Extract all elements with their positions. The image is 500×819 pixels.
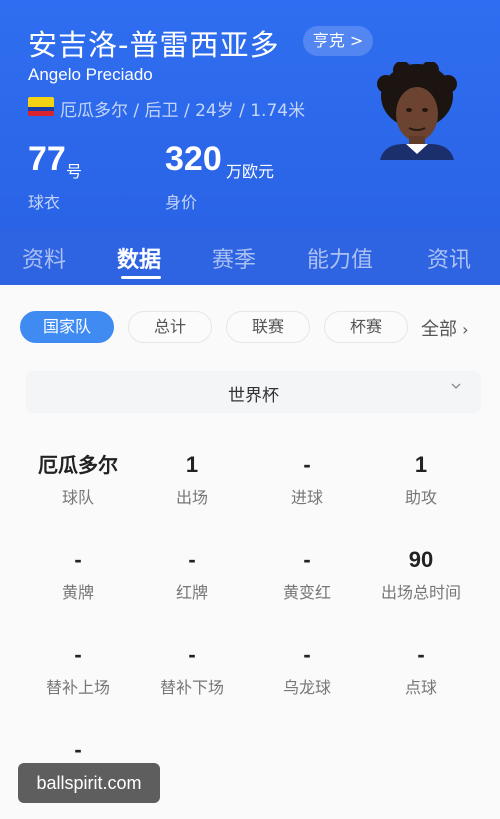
stat-red-cards: - 红牌 <box>135 545 249 603</box>
stat-value: - <box>74 547 82 572</box>
stat-team: 厄瓜多尔 球队 <box>21 450 135 508</box>
shirt-number-unit: 号 <box>66 162 83 181</box>
ecuador-flag-icon <box>28 97 54 116</box>
stat-value: - <box>74 737 82 762</box>
shirt-number: 77 <box>28 140 66 178</box>
stat-value: - <box>188 547 196 572</box>
stat-label: 进球 <box>290 488 323 507</box>
player-avatar <box>377 62 457 160</box>
stat-label: 黄变红 <box>282 583 331 602</box>
stat-value: - <box>188 642 196 667</box>
stat-value: - <box>74 642 82 667</box>
filter-national-team[interactable]: 国家队 <box>20 311 114 343</box>
chevron-down-icon <box>451 383 461 389</box>
active-tab-indicator <box>121 276 161 279</box>
filter-total[interactable]: 总计 <box>128 311 212 343</box>
stat-value: 厄瓜多尔 <box>38 453 118 477</box>
stat-own-goals: - 乌龙球 <box>250 640 364 698</box>
stat-sub-off: - 替补下场 <box>135 640 249 698</box>
tab-ability[interactable]: 能力值 <box>307 242 373 274</box>
tab-season[interactable]: 赛季 <box>212 242 256 274</box>
player-meta: 厄瓜多尔 / 后卫 / 24岁 / 1.74米 <box>60 101 306 121</box>
market-value-label: 身价 <box>165 193 198 212</box>
stat-value: 90 <box>408 547 434 572</box>
stat-value: 1 <box>414 452 428 477</box>
stat-label: 乌龙球 <box>282 678 331 697</box>
stat-label: 助攻 <box>404 488 437 507</box>
stat-label: 球队 <box>61 488 94 507</box>
filter-league[interactable]: 联赛 <box>226 311 310 343</box>
stat-label: 替补上场 <box>45 678 110 697</box>
player-english-name: Angelo Preciado <box>28 65 153 84</box>
stat-yellow-cards: - 黄牌 <box>21 545 135 603</box>
market-value-unit: 万欧元 <box>226 162 275 181</box>
filter-all-label: 全部 <box>421 319 457 340</box>
stat-label: 出场 <box>175 488 208 507</box>
stat-label: 出场总时间 <box>380 583 461 602</box>
filter-cup[interactable]: 杯赛 <box>324 311 408 343</box>
stat-second-yellow: - 黄变红 <box>250 545 364 603</box>
competition-select-value: 世界杯 <box>228 386 279 406</box>
tab-bar: 资料 数据 赛季 能力值 资讯 <box>0 230 500 285</box>
stat-value: 1 <box>185 452 199 477</box>
stat-value: - <box>303 547 311 572</box>
club-link-button[interactable]: 亨克 > <box>303 26 373 56</box>
stat-label: 黄牌 <box>61 583 94 602</box>
tab-profile[interactable]: 资料 <box>22 242 66 274</box>
site-watermark: ballspirit.com <box>18 763 160 803</box>
stat-appearances: 1 出场 <box>135 450 249 508</box>
tab-data[interactable]: 数据 <box>117 242 161 274</box>
stat-label: 红牌 <box>175 583 208 602</box>
stat-minutes-played: 90 出场总时间 <box>364 545 478 603</box>
stat-penalties: - 点球 <box>364 640 478 698</box>
stat-assists: 1 助攻 <box>364 450 478 508</box>
stat-value: - <box>417 642 425 667</box>
market-value: 320 <box>165 140 222 178</box>
shirt-number-label: 球衣 <box>28 193 61 212</box>
stat-label: 替补下场 <box>159 678 224 697</box>
competition-select[interactable]: 世界杯 <box>26 371 481 413</box>
tab-news[interactable]: 资讯 <box>427 242 471 274</box>
stat-sub-on: - 替补上场 <box>21 640 135 698</box>
stats-panel: 国家队 总计 联赛 杯赛 全部 › 世界杯 厄瓜多尔 球队 1 出场 - 进球 … <box>0 285 500 819</box>
player-header: 安吉洛-普雷西亚多 亨克 > Angelo Preciado 厄瓜多尔 / 后卫… <box>0 0 500 230</box>
player-name: 安吉洛-普雷西亚多 <box>28 28 280 62</box>
stat-label: 点球 <box>404 678 437 697</box>
stat-goals: - 进球 <box>250 450 364 508</box>
stat-value: - <box>303 452 311 477</box>
stat-value: - <box>303 642 311 667</box>
filter-all-button[interactable]: 全部 › <box>421 315 468 341</box>
chevron-right-icon: › <box>457 320 469 339</box>
